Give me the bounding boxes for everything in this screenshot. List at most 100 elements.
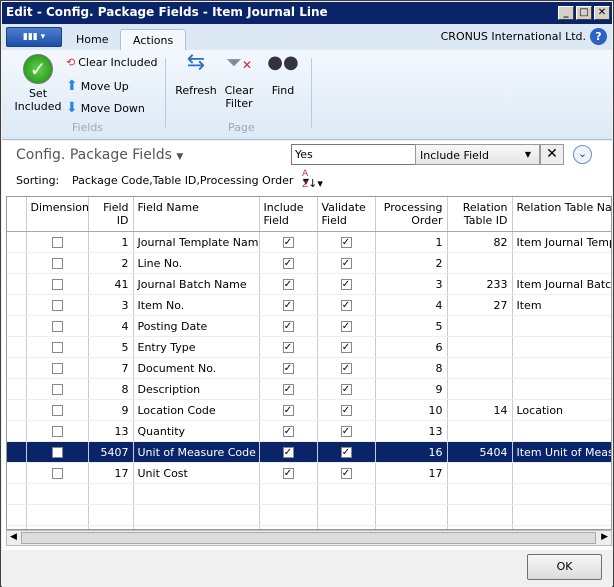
checkbox[interactable]: ✓	[340, 426, 352, 437]
maximize-button[interactable]: □	[576, 6, 592, 20]
table-row[interactable]: 4 Posting Date ✓ ✓ 5	[7, 315, 611, 337]
checkbox[interactable]: ✓	[282, 279, 294, 290]
filter-value-input[interactable]	[291, 144, 416, 165]
checkbox[interactable]: ✓	[282, 237, 294, 248]
row-selector[interactable]	[7, 399, 27, 421]
checkbox[interactable]: ✓	[340, 363, 352, 374]
checkbox[interactable]: ✓	[282, 321, 294, 332]
horizontal-scrollbar[interactable]: ◀ ▶	[6, 530, 612, 546]
checkbox[interactable]: ✓	[282, 405, 294, 416]
checkbox[interactable]	[51, 447, 63, 458]
table-row[interactable]: 8 Description ✓ ✓ 9	[7, 378, 611, 400]
table-row[interactable]: 2 Line No. ✓ ✓ 2	[7, 252, 611, 274]
table-row[interactable]: 1 Journal Template Name ✓ ✓ 1 82 Item Jo…	[7, 231, 611, 253]
row-selector[interactable]	[7, 273, 27, 295]
column-header-dimension[interactable]: Dimension	[26, 197, 89, 232]
table-row[interactable]: 7 Document No. ✓ ✓ 8	[7, 357, 611, 379]
row-selector[interactable]	[7, 336, 27, 358]
checkbox[interactable]	[51, 300, 63, 311]
row-selector[interactable]	[7, 231, 27, 253]
checkbox[interactable]: ✓	[340, 384, 352, 395]
checkbox[interactable]: ✓	[282, 342, 294, 353]
minimize-button[interactable]: _	[558, 6, 574, 20]
table-row[interactable]: 5 Entry Type ✓ ✓ 6	[7, 336, 611, 358]
checkbox[interactable]: ✓	[340, 447, 352, 458]
checkbox[interactable]	[51, 405, 63, 416]
checkbox[interactable]: ✓	[340, 321, 352, 332]
checkbox[interactable]	[51, 342, 63, 353]
checkbox[interactable]	[51, 237, 63, 248]
tab-actions[interactable]: Actions	[120, 29, 187, 50]
clear-filter-icon: ⏷✕	[225, 50, 253, 74]
processing-order-cell: 17	[375, 462, 448, 484]
checkbox[interactable]: ✓	[340, 279, 352, 290]
clear-included-button[interactable]: ⟲ Clear Included	[66, 56, 158, 69]
checkbox[interactable]: ✓	[282, 468, 294, 479]
filter-field-select[interactable]: Include Field ▼	[415, 144, 540, 165]
column-header-include-field[interactable]: Include Field	[259, 197, 318, 232]
checkbox[interactable]	[51, 279, 63, 290]
checkbox[interactable]: ✓	[340, 342, 352, 353]
checkbox[interactable]: ✓	[282, 363, 294, 374]
row-selector[interactable]	[7, 462, 27, 484]
sort-direction-icon[interactable]: A Z↓▾	[302, 170, 323, 190]
scroll-left-icon[interactable]: ◀	[10, 532, 17, 542]
column-header-validate-field[interactable]: Validate Field	[317, 197, 376, 232]
clear-filter-button[interactable]: ⏷✕ Clear Filter	[220, 50, 258, 110]
row-selector[interactable]	[7, 420, 27, 442]
table-row[interactable]: 9 Location Code ✓ ✓ 10 14 Location	[7, 399, 611, 421]
scrollbar-thumb[interactable]	[21, 532, 596, 544]
column-header-field-name[interactable]: Field Name	[133, 197, 260, 232]
move-up-button[interactable]: ⬆ Move Up	[66, 78, 129, 94]
refresh-button[interactable]: ⇆ Refresh	[174, 52, 218, 98]
application-menu-button[interactable]: ▮▮▮ ▾	[6, 27, 62, 47]
table-row[interactable]: 5407 Unit of Measure Code ✓ ✓ 16 5404 It…	[7, 441, 611, 463]
table-row[interactable]: 41 Journal Batch Name ✓ ✓ 3 233 Item Jou…	[7, 273, 611, 295]
checkbox[interactable]	[51, 258, 63, 269]
validate-field-cell: ✓	[317, 273, 376, 295]
help-icon[interactable]: ?	[590, 28, 607, 45]
sorting-select[interactable]: Package Code,Table ID,Processing Order ▼	[72, 174, 309, 187]
checkbox[interactable]: ✓	[282, 384, 294, 395]
checkbox[interactable]	[51, 321, 63, 332]
table-row[interactable]: 3 Item No. ✓ ✓ 4 27 Item	[7, 294, 611, 316]
expand-filter-icon[interactable]: ⌄	[573, 145, 592, 164]
validate-field-cell: ✓	[317, 420, 376, 442]
row-selector[interactable]	[7, 315, 27, 337]
set-included-button[interactable]: ✓ Set Included	[12, 54, 64, 113]
ok-button[interactable]: OK	[527, 554, 602, 580]
checkbox[interactable]: ✓	[340, 258, 352, 269]
checkbox[interactable]: ✓	[340, 300, 352, 311]
column-header-relation-table-name[interactable]: Relation Table Name	[512, 197, 611, 232]
clear-filter-x-button[interactable]: ✕	[540, 144, 564, 165]
checkbox[interactable]: ✓	[340, 468, 352, 479]
checkbox[interactable]: ✓	[340, 405, 352, 416]
column-header-field-id[interactable]: Field ID	[88, 197, 134, 232]
checkbox[interactable]: ✓	[282, 447, 294, 458]
row-selector[interactable]	[7, 378, 27, 400]
row-selector[interactable]	[7, 441, 27, 463]
checkbox[interactable]	[51, 468, 63, 479]
row-selector[interactable]	[7, 294, 27, 316]
dimension-cell	[26, 315, 89, 337]
checkbox[interactable]	[51, 363, 63, 374]
table-row[interactable]: 17 Unit Cost ✓ ✓ 17	[7, 462, 611, 484]
column-header-processing-order[interactable]: Processing Order	[375, 197, 448, 232]
checkbox[interactable]: ✓	[282, 300, 294, 311]
close-button[interactable]: ✕	[594, 6, 610, 20]
column-header-relation-table-id[interactable]: Relation Table ID	[447, 197, 513, 232]
row-selector[interactable]	[7, 357, 27, 379]
checkbox[interactable]	[51, 384, 63, 395]
tab-home[interactable]: Home	[64, 29, 120, 50]
checkbox[interactable]	[51, 426, 63, 437]
row-selector[interactable]	[7, 252, 27, 274]
checkbox[interactable]: ✓	[340, 237, 352, 248]
relation-table-name-cell	[512, 420, 611, 442]
move-down-button[interactable]: ⬇ Move Down	[66, 100, 145, 116]
find-button[interactable]: ●● Find	[264, 54, 302, 98]
table-row[interactable]: 13 Quantity ✓ ✓ 13	[7, 420, 611, 442]
checkbox[interactable]: ✓	[282, 258, 294, 269]
scroll-right-icon[interactable]: ▶	[601, 532, 608, 542]
checkbox[interactable]: ✓	[282, 426, 294, 437]
page-title[interactable]: Config. Package Fields ▼	[16, 147, 183, 163]
